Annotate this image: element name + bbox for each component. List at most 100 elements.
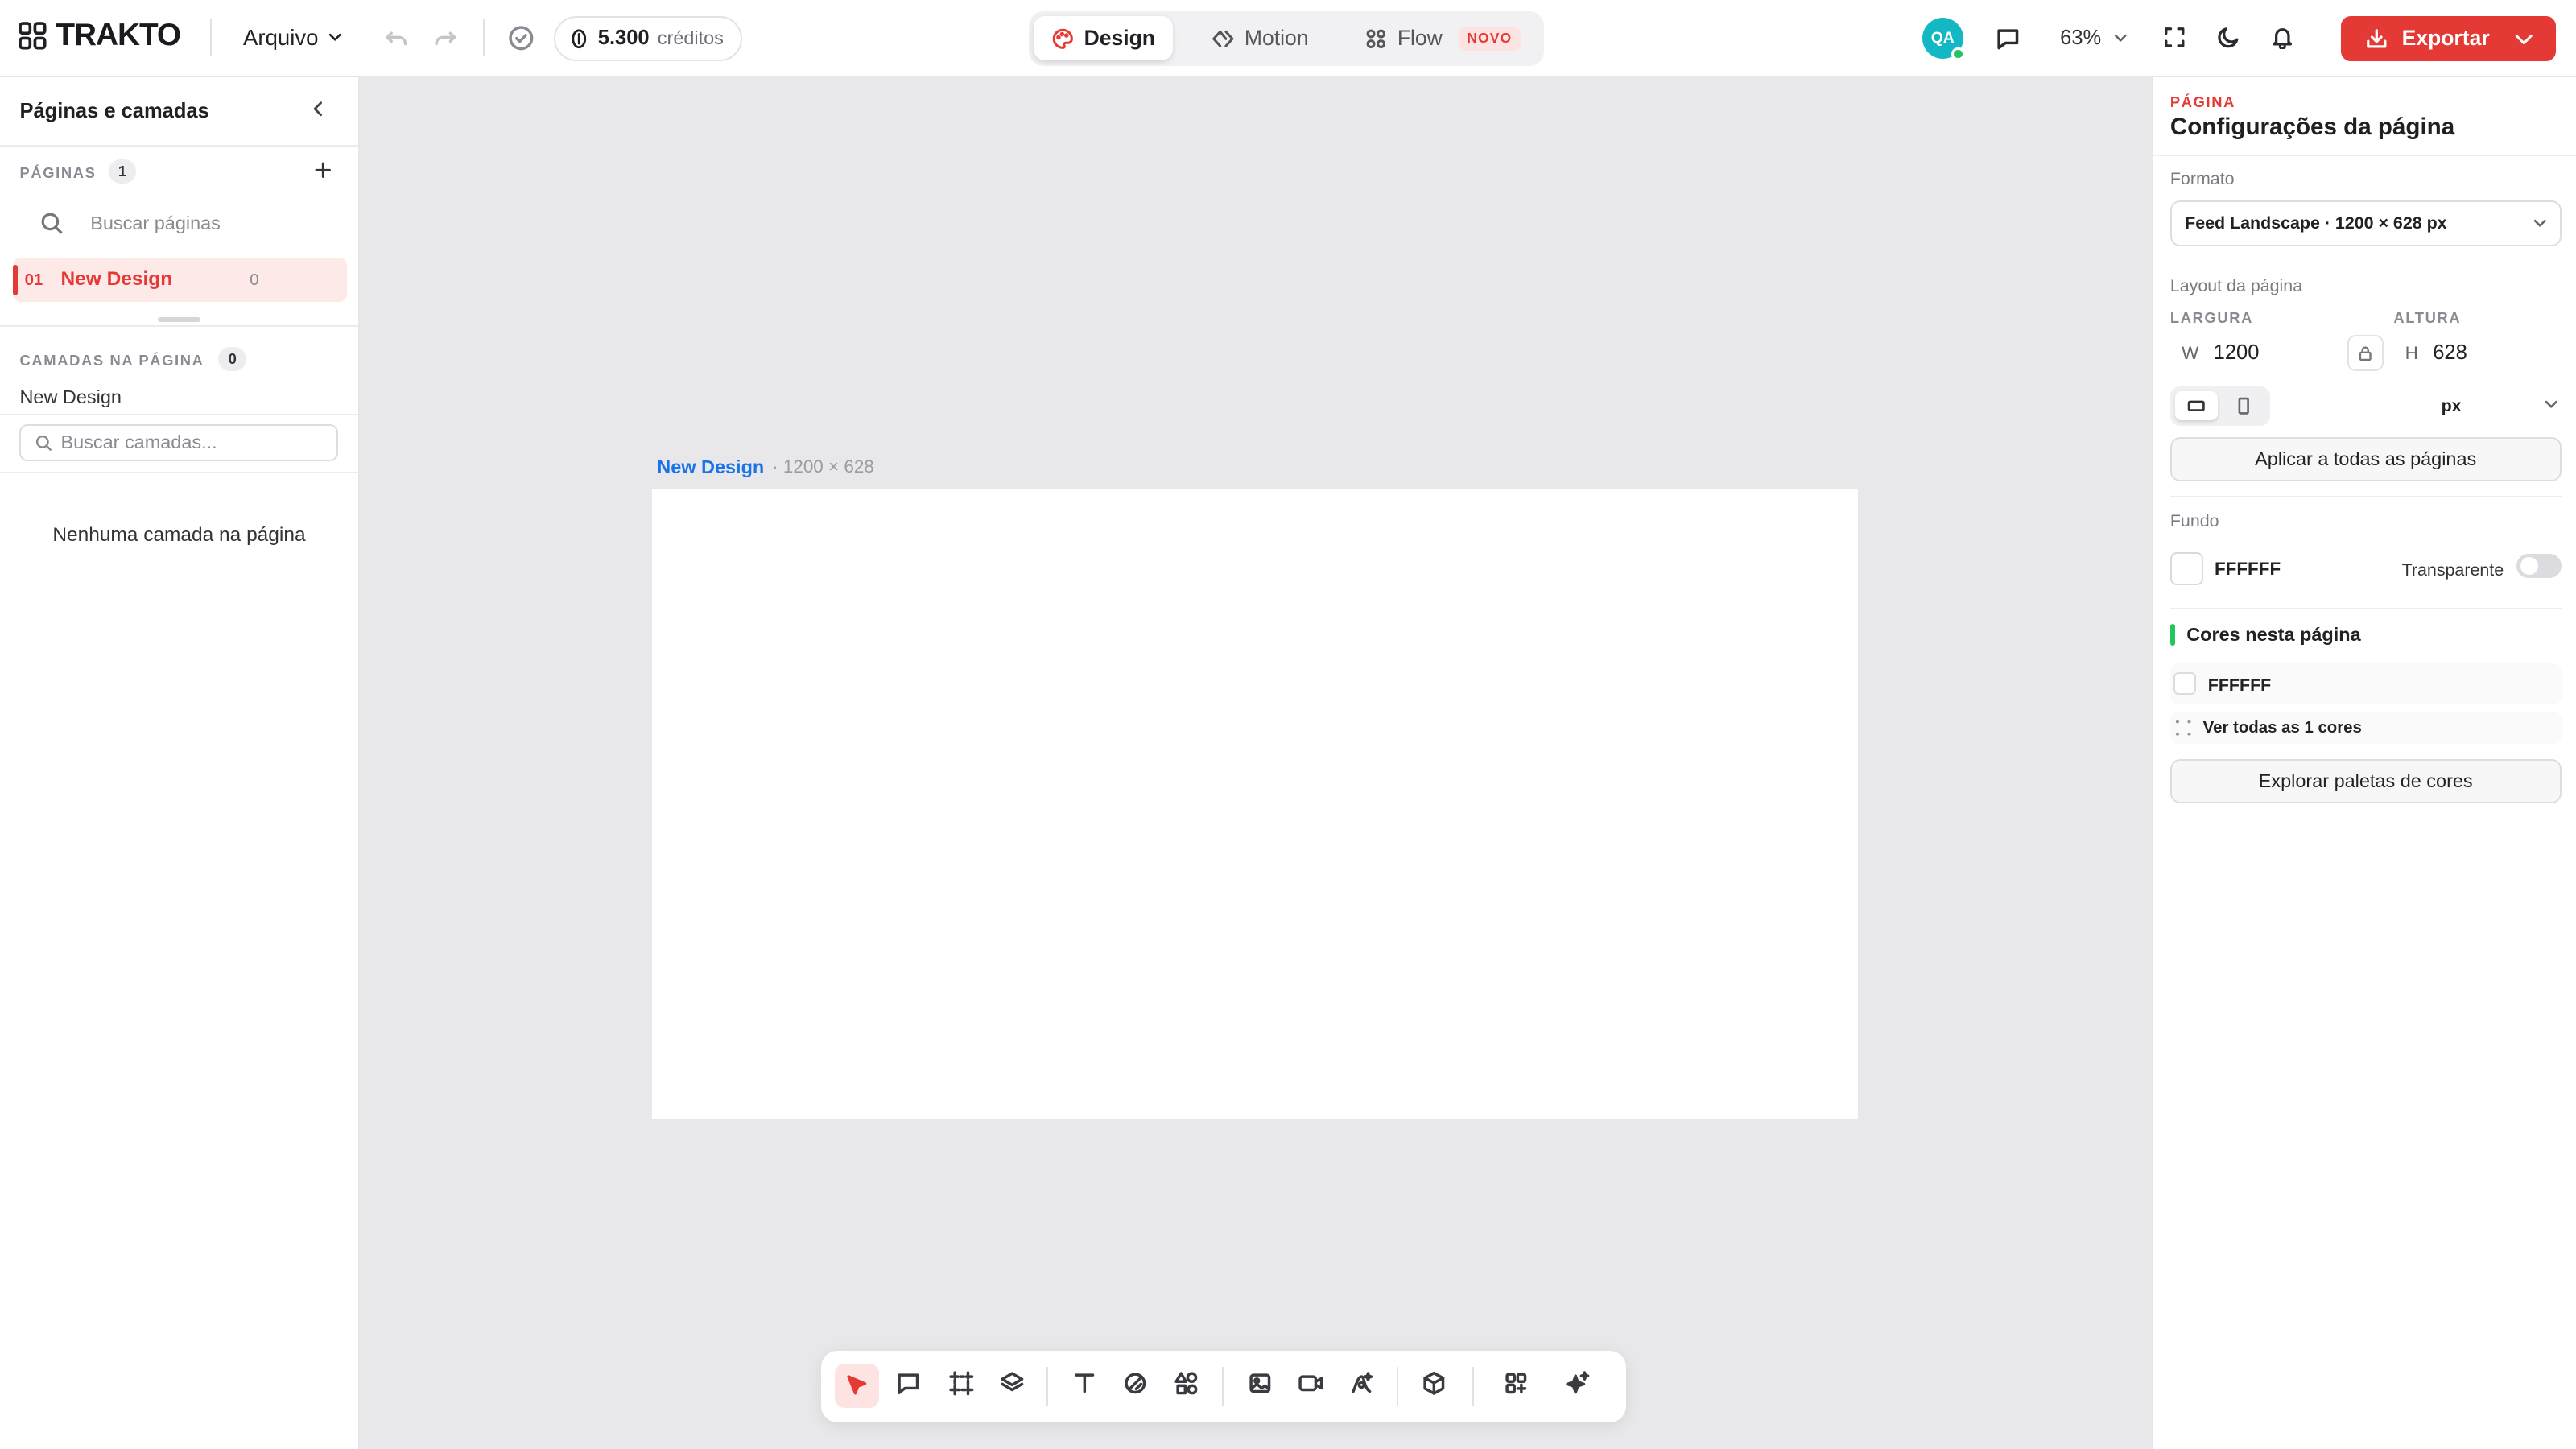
chevron-down-icon	[2512, 27, 2536, 51]
ai-sparkles-icon[interactable]	[1564, 1370, 1591, 1397]
search-layers-input[interactable]: Buscar camadas...	[60, 431, 217, 453]
logo-text: TRAKTO	[56, 18, 181, 53]
aspect-lock-button[interactable]	[2347, 335, 2384, 372]
tab-design[interactable]: Design	[1033, 16, 1174, 61]
text-tool-icon[interactable]	[1071, 1370, 1098, 1397]
search-pages[interactable]: Buscar páginas	[39, 208, 335, 238]
motion-icon	[1212, 27, 1235, 51]
3d-box-icon[interactable]	[1421, 1370, 1447, 1397]
search-pages-input[interactable]: Buscar páginas	[90, 213, 221, 234]
resize-handle[interactable]	[157, 316, 200, 322]
lock-icon	[2356, 345, 2374, 362]
frame-tool-icon[interactable]	[948, 1370, 975, 1397]
tools-toolbar	[821, 1350, 1627, 1423]
comment-tool-icon[interactable]	[895, 1370, 922, 1397]
credits-pill[interactable]: 5.300 créditos	[553, 16, 743, 61]
select-tool-button[interactable]	[834, 1363, 879, 1408]
artboard[interactable]	[652, 489, 1859, 1119]
credits-value: 5.300	[597, 27, 650, 50]
landscape-button[interactable]	[2174, 390, 2218, 421]
layers-icon[interactable]	[999, 1370, 1026, 1397]
divider	[0, 414, 358, 416]
page-item-new-design[interactable]: 01 New Design 0	[13, 258, 347, 303]
empty-layers-text: Nenhuma camada na página	[52, 524, 306, 546]
artboard-name[interactable]: New Design	[657, 456, 764, 478]
canvas-area[interactable]: New Design · 1200 × 628	[360, 77, 2153, 1449]
export-button[interactable]: Exportar	[2341, 16, 2557, 61]
image-tool-icon[interactable]	[1247, 1370, 1274, 1397]
width-label: LARGURA	[2169, 308, 2254, 326]
orientation-toggle	[2169, 386, 2271, 426]
unit-select[interactable]: px	[2393, 390, 2561, 423]
search-icon	[35, 434, 52, 452]
landscape-icon	[2186, 396, 2206, 415]
app-logo[interactable]: TRAKTO	[18, 18, 181, 53]
grid-logo-icon	[18, 21, 47, 51]
mode-switcher: Design Motion Flow NOVO	[1028, 11, 1545, 66]
unit-value: px	[2441, 395, 2462, 415]
credits-label: créditos	[657, 27, 724, 49]
width-field[interactable]: W 1200	[2170, 335, 2334, 371]
tab-design-label: Design	[1084, 26, 1155, 51]
dark-mode-moon-icon[interactable]	[2216, 25, 2241, 50]
format-value: Feed Landscape · 1200 × 628 px	[2185, 213, 2447, 233]
fullscreen-icon[interactable]	[2162, 25, 2187, 50]
apply-all-pages-button[interactable]: Aplicar a todas as páginas	[2169, 436, 2562, 481]
search-layers-field[interactable]: Buscar camadas...	[19, 423, 339, 462]
undo-icon[interactable]	[383, 25, 410, 52]
tab-flow-label: Flow	[1397, 26, 1443, 51]
collapse-panel-chevron-left-icon[interactable]	[308, 98, 329, 120]
shapes-tool-icon[interactable]	[1173, 1370, 1199, 1397]
portrait-button[interactable]	[2223, 391, 2265, 421]
search-icon	[39, 211, 64, 236]
draw-pen-tool-icon[interactable]	[1122, 1370, 1149, 1397]
chevron-down-icon	[2111, 28, 2130, 47]
divider	[0, 325, 358, 328]
explore-palettes-label: Explorar paletas de cores	[2258, 770, 2473, 791]
online-status-dot	[1951, 47, 1965, 61]
new-badge: NOVO	[1459, 27, 1521, 51]
toolbar-divider	[1472, 1366, 1474, 1406]
see-all-colors[interactable]: Ver todas as 1 cores	[2169, 711, 2562, 745]
current-page-name: New Design	[19, 386, 122, 407]
w-prefix: W	[2182, 342, 2199, 363]
colors-title: Cores nesta página	[2186, 624, 2361, 646]
page-number: 01	[24, 270, 43, 289]
tab-motion[interactable]: Motion	[1186, 16, 1334, 60]
divider	[2169, 496, 2562, 498]
background-hex[interactable]: FFFFFF	[2215, 559, 2281, 580]
redo-icon[interactable]	[432, 25, 459, 52]
height-value[interactable]: 628	[2433, 341, 2467, 365]
background-label: Fundo	[2169, 510, 2219, 530]
format-select[interactable]: Feed Landscape · 1200 × 628 px	[2169, 200, 2562, 247]
animation-tool-icon[interactable]	[1348, 1370, 1375, 1397]
divider	[210, 19, 213, 56]
toolbar-divider	[1046, 1366, 1048, 1406]
height-field[interactable]: H 628	[2393, 335, 2557, 371]
coin-icon	[568, 28, 590, 50]
background-swatch[interactable]	[2169, 551, 2203, 585]
file-menu[interactable]: Arquivo	[243, 25, 345, 51]
avatar[interactable]: QA	[1922, 18, 1965, 61]
video-tool-icon[interactable]	[1298, 1370, 1324, 1397]
add-page-plus-icon[interactable]	[312, 159, 334, 181]
palette-icon	[1051, 27, 1075, 51]
bell-icon[interactable]	[2270, 25, 2295, 50]
download-icon	[2364, 27, 2389, 52]
transparent-toggle[interactable]	[2516, 553, 2562, 579]
chevron-down-icon	[325, 27, 345, 47]
zoom-control[interactable]: 63%	[2060, 27, 2131, 50]
pages-count-badge: 1	[108, 159, 137, 184]
toolbar-divider	[1396, 1366, 1398, 1406]
width-value[interactable]: 1200	[2214, 341, 2260, 365]
portrait-icon	[2234, 396, 2253, 415]
apps-grid-icon[interactable]	[1503, 1370, 1530, 1397]
explore-palettes-button[interactable]: Explorar paletas de cores	[2169, 758, 2562, 803]
panel-title: Configurações da página	[2169, 113, 2455, 140]
tab-flow[interactable]: Flow NOVO	[1351, 16, 1535, 60]
check-circle-icon[interactable]	[508, 25, 535, 52]
color-row[interactable]: FFFFFF	[2169, 663, 2562, 705]
comment-icon[interactable]	[1995, 25, 2021, 52]
dots-grid-icon	[2174, 718, 2193, 737]
section-tag: PÁGINA	[2169, 93, 2236, 111]
